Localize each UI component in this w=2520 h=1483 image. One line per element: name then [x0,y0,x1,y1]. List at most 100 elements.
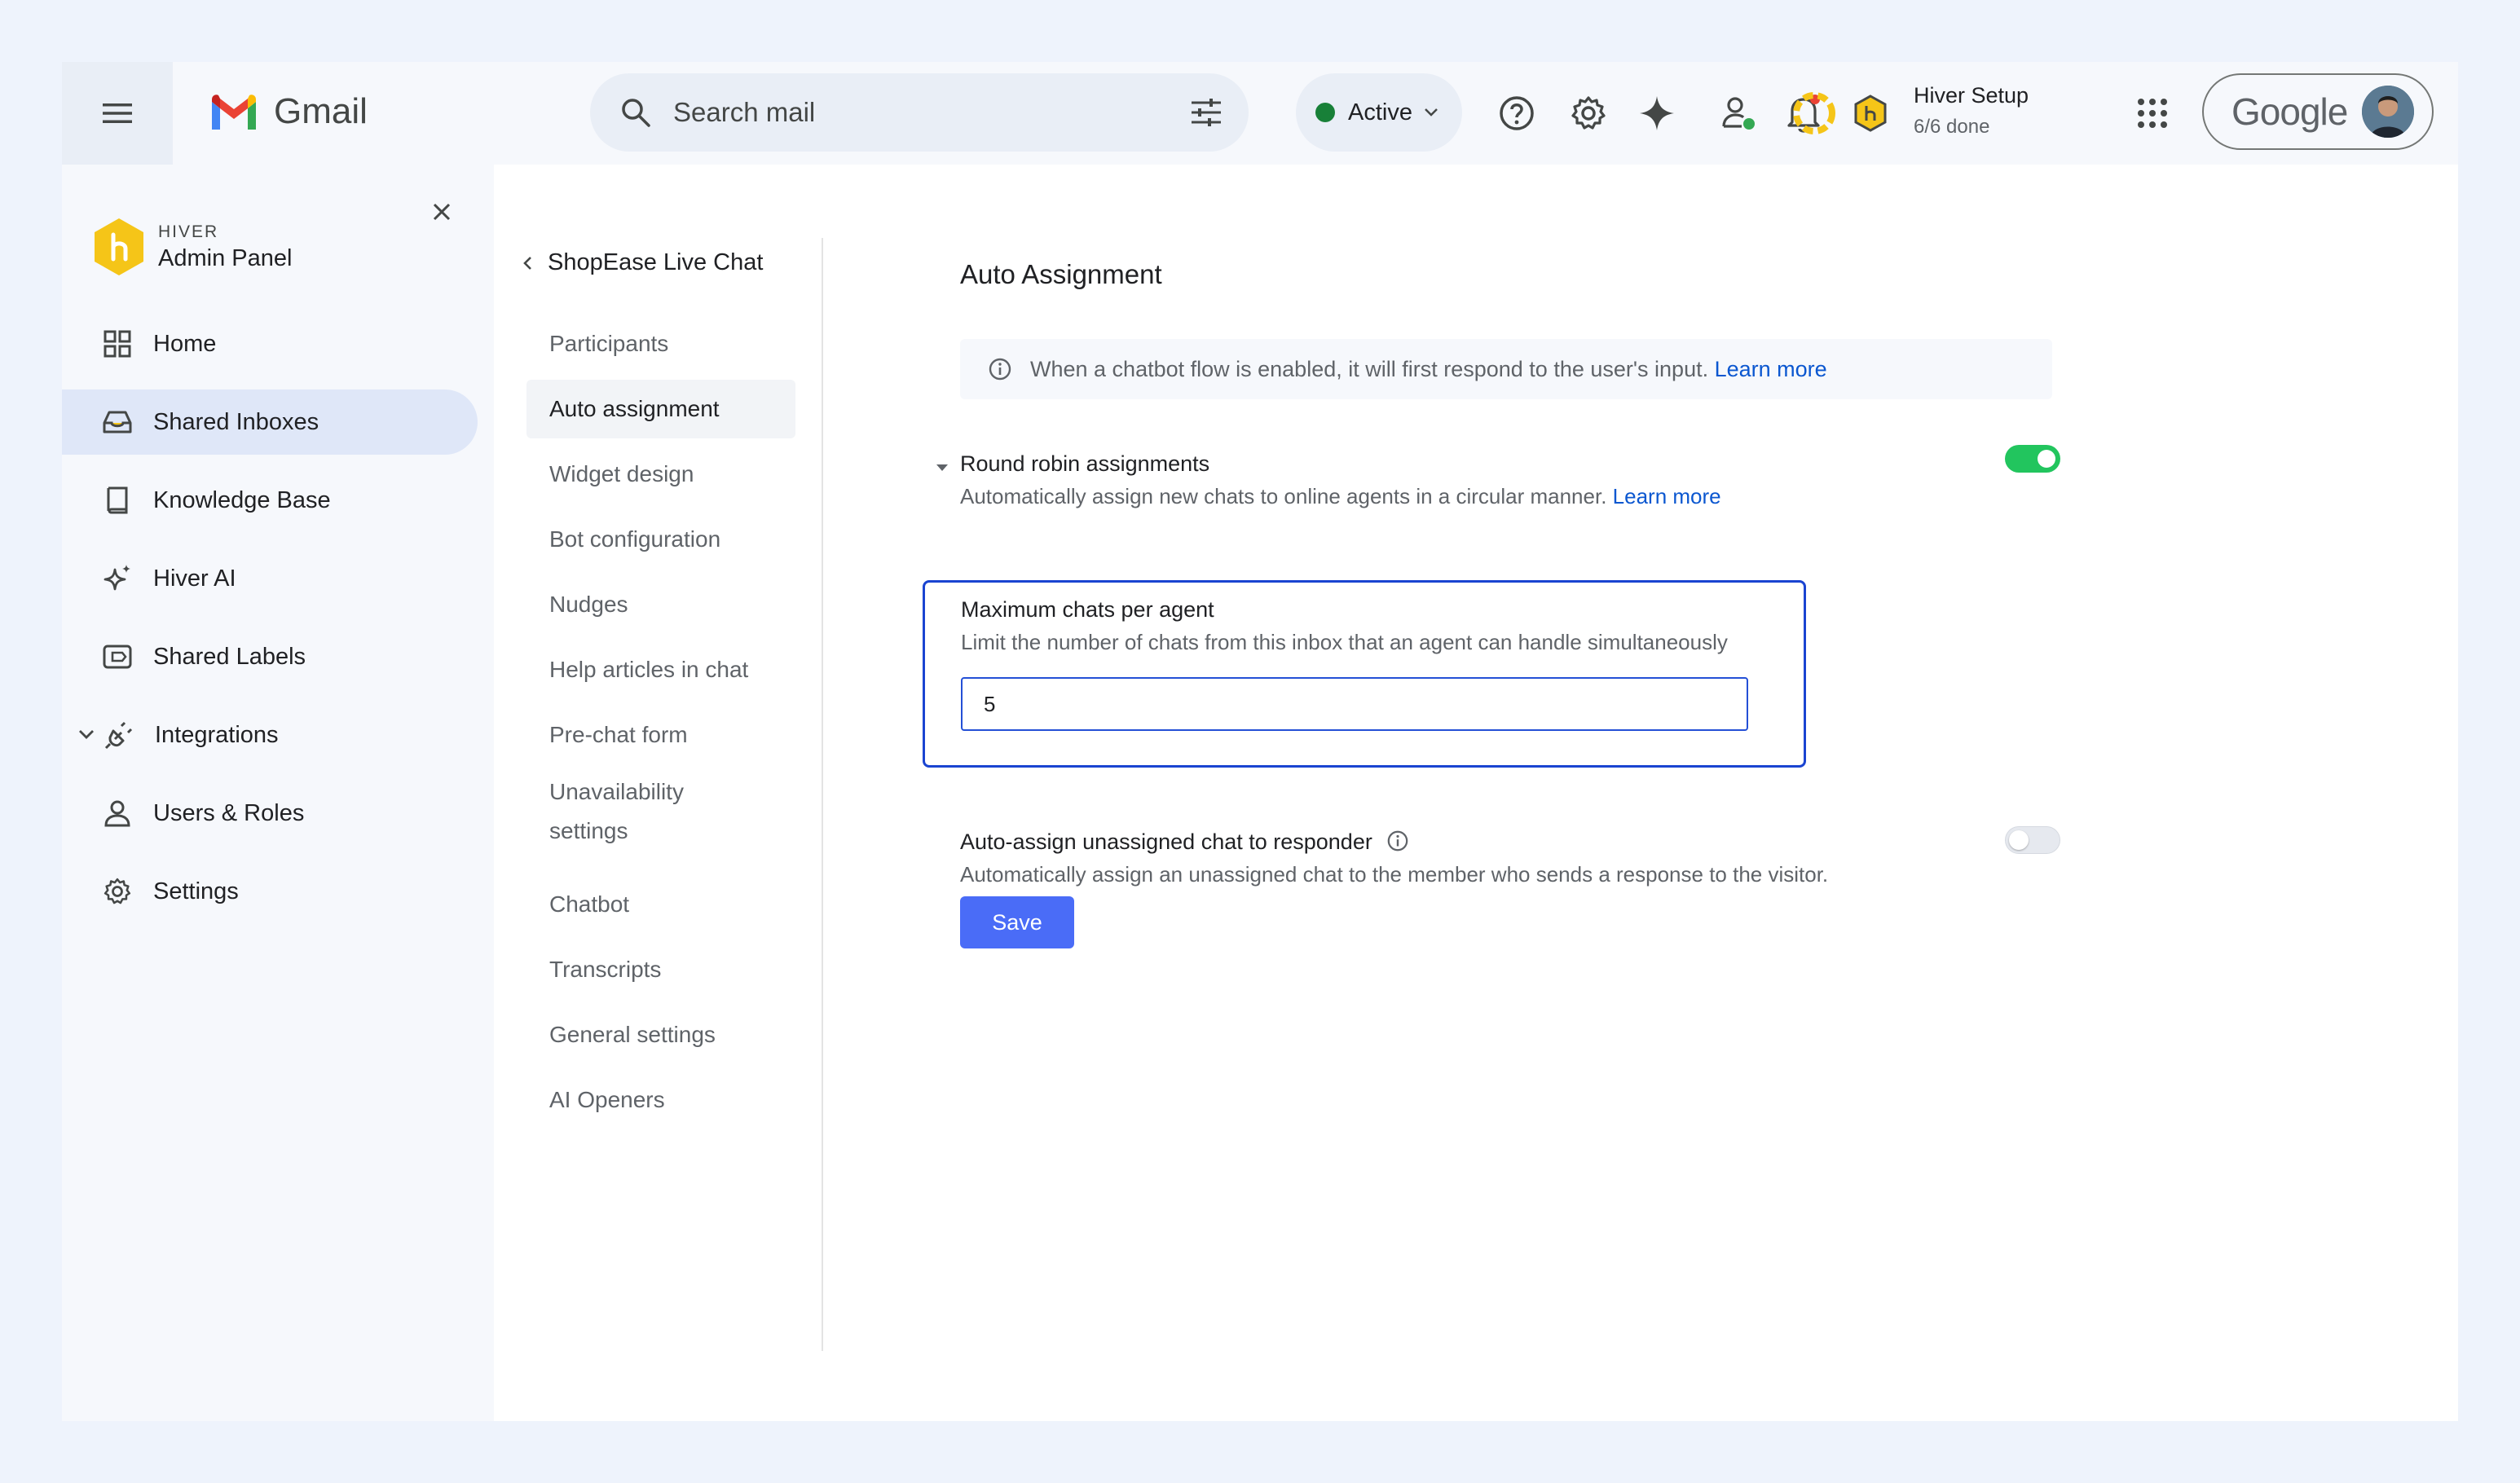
brand-small-text: HIVER [158,222,219,241]
subnav-item-auto-assignment[interactable]: Auto assignment [526,380,795,438]
setup-progress[interactable]: Hiver Setup 6/6 done [1914,80,2052,145]
top-bar: Gmail Search mail Active Hiver Setup 6/6… [62,62,2458,165]
save-button[interactable]: Save [960,896,1074,948]
gear-icon [1571,96,1606,130]
main-menu-button[interactable] [62,62,173,165]
sidebar-item-integrations[interactable]: Integrations [62,702,478,768]
subnav-item-bot-configuration[interactable]: Bot configuration [526,510,795,569]
subnav-item-general-settings[interactable]: General settings [526,1006,795,1064]
sparkle-icon [101,562,134,595]
auto-assign-responder-toggle[interactable] [2005,826,2060,854]
google-wordmark: Google [2231,90,2348,133]
avatar[interactable] [2362,86,2415,138]
subnav-item-chatbot[interactable]: Chatbot [526,875,795,934]
sidebar-item-label: Users & Roles [153,799,305,826]
sidebar-item-settings[interactable]: Settings [62,859,478,924]
max-chats-section: Maximum chats per agent Limit the number… [923,580,1806,768]
page-title: Auto Assignment [960,259,1162,289]
subnav-item-ai-openers[interactable]: AI Openers [526,1071,795,1129]
subnav-item-pre-chat-form[interactable]: Pre-chat form [526,706,795,764]
collapse-round-robin-button[interactable] [931,456,954,479]
apps-grid-icon [2138,99,2167,128]
status-dropdown[interactable]: Active [1296,73,1462,152]
sidebar-item-knowledge-base[interactable]: Knowledge Base [62,468,478,533]
setup-ring [1793,91,1873,135]
round-robin-description: Automatically assign new chats to online… [960,484,1721,508]
help-icon [1500,96,1534,130]
sidebar-item-label: Hiver AI [153,565,236,592]
subnav-item-widget-design[interactable]: Widget design [526,445,795,504]
max-chats-input[interactable] [961,677,1748,731]
search-bar[interactable]: Search mail [590,73,1249,152]
chevron-down-icon [1425,108,1438,117]
grid-icon [101,328,134,360]
status-dot [1315,103,1335,122]
sparkle-icon [1640,96,1674,130]
chevron-down-icon[interactable] [75,724,98,746]
sidebar-item-home[interactable]: Home [62,311,478,376]
auto-assign-responder-description: Automatically assign an unassigned chat … [960,862,1829,887]
brand-title: Admin Panel [158,244,293,271]
app-frame: Gmail Search mail Active Hiver Setup 6/6… [62,62,2458,1421]
setup-progress-text: 6/6 done [1914,116,1990,138]
inbox-name: ShopEase Live Chat [548,249,764,275]
agent-status-button[interactable] [1716,91,1760,135]
sidebar-item-users-roles[interactable]: Users & Roles [62,781,478,846]
profile-photo-icon [2362,86,2415,138]
max-chats-description: Limit the number of chats from this inbo… [961,630,1728,654]
inbox-icon [101,406,134,438]
settings-button[interactable] [1566,91,1610,135]
close-admin-panel-button[interactable] [425,196,458,228]
subnav-item-transcripts[interactable]: Transcripts [526,940,795,999]
search-icon[interactable] [619,96,652,129]
person-status-icon [1722,97,1755,130]
info-banner: When a chatbot flow is enabled, it will … [960,339,2052,399]
plug-icon [103,719,135,751]
subnav-item-participants[interactable]: Participants [526,315,795,373]
sidebar-item-shared-inboxes[interactable]: Shared Inboxes [62,389,478,455]
sidebar-item-shared-labels[interactable]: Shared Labels [62,624,478,689]
round-robin-toggle[interactable] [2005,445,2060,473]
gemini-button[interactable] [1635,91,1679,135]
toggle-knob [2038,450,2055,468]
round-robin-title: Round robin assignments [960,451,1210,476]
apps-button[interactable] [2130,91,2174,135]
gmail-logo[interactable]: Gmail [209,91,368,132]
help-button[interactable] [1495,91,1539,135]
round-robin-learn-more-link[interactable]: Learn more [1613,484,1721,508]
sidebar-item-hiver-ai[interactable]: Hiver AI [62,546,478,611]
user-icon [101,797,134,830]
auto-assign-responder-title: Auto-assign unassigned chat to responder [960,830,1409,855]
back-to-inbox-button[interactable]: ShopEase Live Chat [522,249,763,276]
sidebar-item-label: Knowledge Base [153,486,331,513]
admin-sidebar: HIVER Admin Panel Home Shared Inboxes Kn… [62,165,494,1421]
subnav-item-help-articles[interactable]: Help articles in chat [526,640,795,699]
subnav-divider [822,238,823,1351]
max-chats-title: Maximum chats per agent [961,597,1214,622]
search-options-icon[interactable] [1190,98,1223,127]
hiver-logo-icon [95,218,143,275]
banner-learn-more-link[interactable]: Learn more [1715,357,1827,381]
gear-icon [101,875,134,908]
info-icon[interactable] [1386,830,1409,852]
gmail-wordmark: Gmail [274,91,368,131]
sidebar-item-label: Home [153,330,217,357]
label-icon [101,640,134,673]
caret-down-icon [936,464,948,471]
hamburger-icon [103,103,132,123]
inbox-subnav: ShopEase Live Chat Participants Auto ass… [494,165,830,1421]
subnav-item-unavailability-settings[interactable]: Unavailability settings [526,771,730,852]
progress-ring-icon [1793,92,1835,134]
subnav-item-nudges[interactable]: Nudges [526,575,795,634]
hiver-admin-brand: HIVER Admin Panel [91,217,292,277]
sidebar-item-label: Integrations [155,721,279,748]
gmail-m-icon [212,95,256,130]
banner-text: When a chatbot flow is enabled, it will … [1030,356,1827,381]
book-icon [101,484,134,517]
setup-title: Hiver Setup [1914,83,2029,108]
chevron-left-icon [523,256,531,270]
info-icon [989,358,1011,381]
google-account-button[interactable]: Google [2202,73,2434,150]
search-input[interactable]: Search mail [673,97,1190,128]
content-panel: ShopEase Live Chat Participants Auto ass… [494,165,2458,1421]
